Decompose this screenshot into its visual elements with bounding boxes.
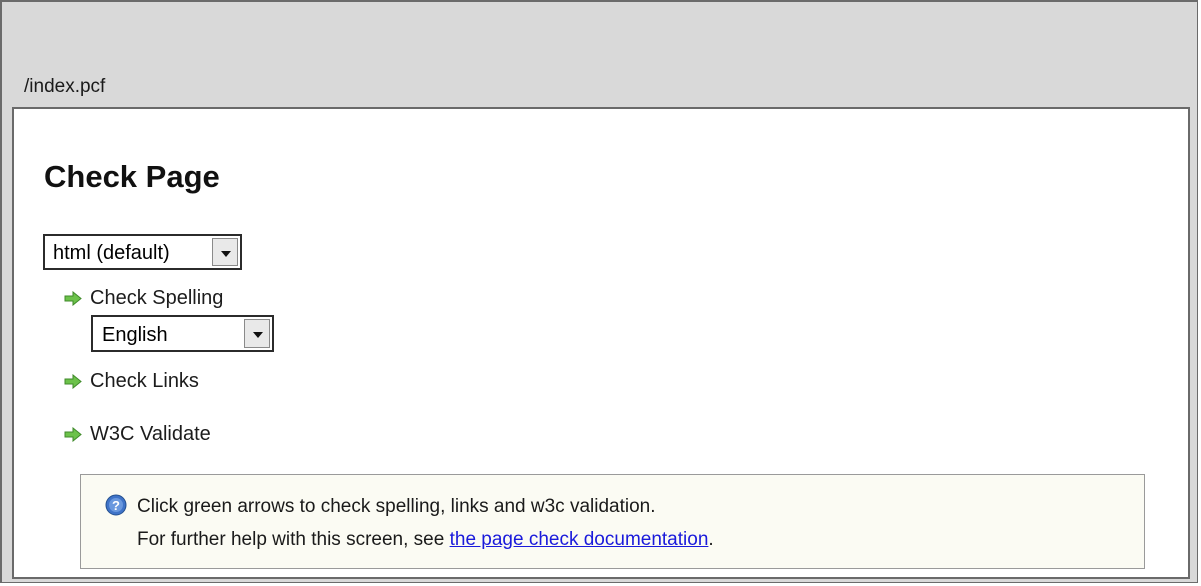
svg-text:?: ? (112, 498, 120, 513)
check-page-panel: Check Page html (default) Check Spelling… (12, 107, 1190, 579)
info-icon: ? (105, 494, 127, 516)
page-title: Check Page (44, 159, 220, 194)
info-line-2-suffix: . (708, 529, 714, 550)
check-links-label: Check Links (90, 370, 199, 392)
chevron-down-icon[interactable] (212, 238, 238, 266)
check-spelling-label: Check Spelling (90, 287, 224, 309)
page-check-documentation-link[interactable]: the page check documentation (450, 529, 709, 550)
info-line-2-prefix: For further help with this screen, see (137, 529, 450, 550)
green-arrow-icon[interactable] (64, 427, 82, 442)
info-text-line-1: Click green arrows to check spelling, li… (137, 496, 656, 517)
page-frame: /index.pcf Check Page html (default) Che… (0, 0, 1198, 583)
info-box: ? Click green arrows to check spelling, … (80, 474, 1145, 569)
info-text-line-2: For further help with this screen, see t… (137, 529, 714, 551)
file-path: /index.pcf (24, 76, 106, 97)
green-arrow-icon[interactable] (64, 374, 82, 389)
green-arrow-icon[interactable] (64, 291, 82, 306)
format-select-value: html (default) (53, 242, 170, 264)
chevron-down-icon[interactable] (244, 319, 270, 348)
language-select[interactable]: English (91, 315, 274, 352)
w3c-validate-label: W3C Validate (90, 423, 211, 445)
language-select-value: English (102, 324, 168, 346)
format-select[interactable]: html (default) (43, 234, 242, 270)
